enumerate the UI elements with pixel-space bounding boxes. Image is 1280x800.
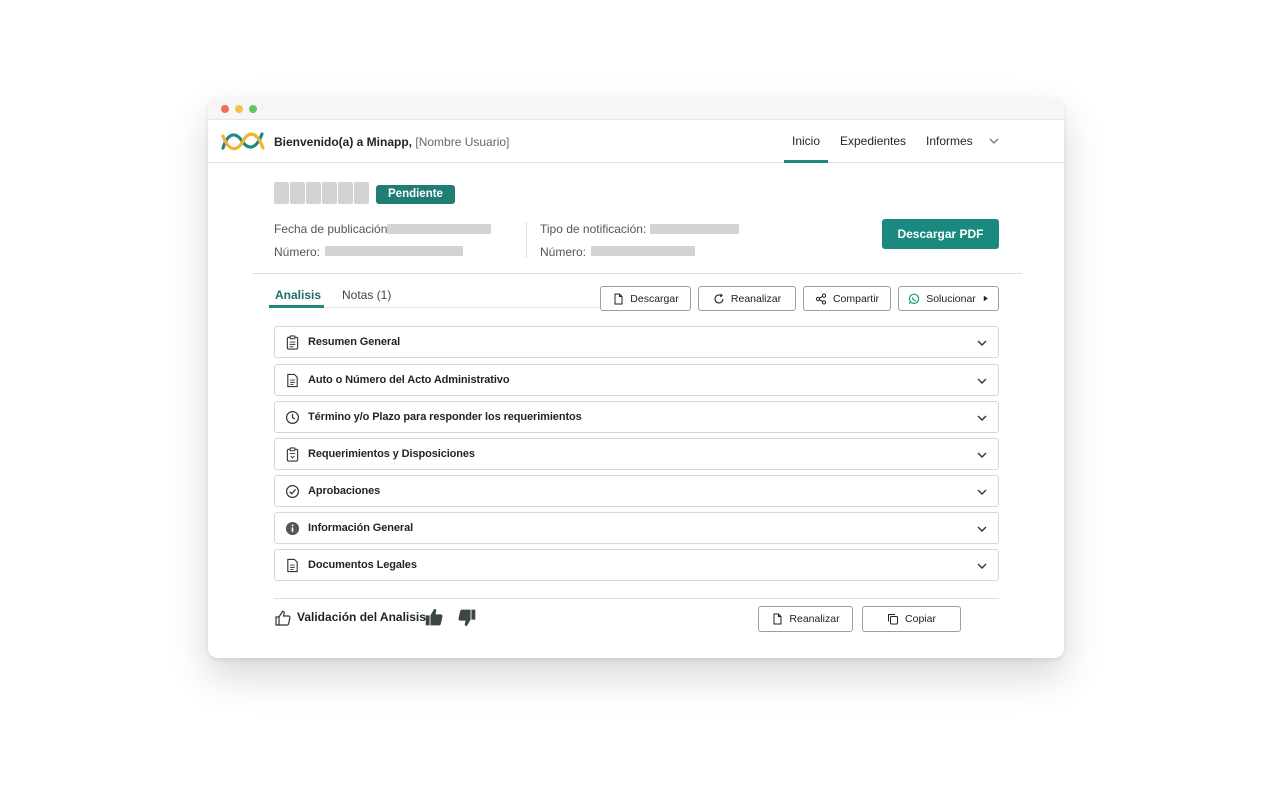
section-divider [252,273,1022,274]
welcome-message: Bienvenido(a) a Minapp, [Nombre Usuario] [274,135,509,149]
document-icon [287,373,298,388]
thumbs-down-icon[interactable] [456,608,478,628]
descargar-label: Descargar [630,292,679,305]
compartir-button[interactable]: Compartir [803,286,891,311]
section-resumen-general[interactable]: Resumen General [274,326,999,358]
refresh-icon [714,293,724,304]
copiar-label: Copiar [905,613,936,625]
fecha-value-placeholder [387,224,491,234]
section-auto-numero[interactable]: Auto o Número del Acto Administrativo [274,364,999,396]
clock-icon [285,410,300,425]
chevron-down-icon[interactable] [988,135,1000,147]
section-documentos-legales[interactable]: Documentos Legales [274,549,999,581]
chevron-down-icon[interactable] [976,523,988,535]
footer-divider [274,598,999,599]
numero-label-left: Número: [274,245,321,259]
info-icon [285,521,300,536]
section-label: Documentos Legales [308,559,417,571]
whatsapp-icon [908,293,920,304]
section-label: Término y/o Plazo para responder los req… [308,411,582,423]
section-label: Información General [308,522,414,534]
section-requerimientos[interactable]: Requerimientos y Disposiciones [274,438,999,470]
solucionar-button[interactable]: Solucionar [898,286,999,311]
close-window-button[interactable] [221,105,229,113]
section-termino-plazo[interactable]: Término y/o Plazo para responder los req… [274,401,999,433]
thumbs-up-icon[interactable] [423,607,445,627]
user-name: [Nombre Usuario] [415,135,510,149]
app-header: Bienvenido(a) a Minapp, [Nombre Usuario]… [208,120,1064,163]
footer-reanalizar-label: Reanalizar [789,613,840,625]
tab-notas[interactable]: Notas (1) [342,288,391,302]
compartir-label: Compartir [832,292,880,305]
numero-value-placeholder-left [325,246,463,256]
download-file-icon [614,293,623,304]
caret-right-icon [983,295,988,302]
file-icon [773,613,782,625]
thumbs-up-outline-icon [275,610,291,626]
section-label: Requerimientos y Disposiciones [308,448,475,460]
active-tab-indicator [269,305,324,308]
solucionar-label: Solucionar [926,292,976,305]
window-titlebar [208,98,1064,120]
fecha-label: Fecha de publicación: [274,222,391,236]
reanalizar-button[interactable]: Reanalizar [698,286,796,311]
copy-icon [888,614,899,625]
minimize-window-button[interactable] [235,105,243,113]
tab-analisis[interactable]: Analisis [275,288,321,302]
chevron-down-icon[interactable] [976,486,988,498]
validation-label: Validación del Analisis [297,610,426,624]
share-icon [815,292,827,304]
copiar-button[interactable]: Copiar [862,606,961,632]
chevron-down-icon[interactable] [976,560,988,572]
chevron-down-icon[interactable] [976,337,988,349]
footer-reanalizar-button[interactable]: Reanalizar [758,606,853,632]
section-label: Auto o Número del Acto Administrativo [308,374,510,386]
numero-value-placeholder-right [591,246,695,256]
download-pdf-button[interactable]: Descargar PDF [882,219,999,249]
nav-inicio[interactable]: Inicio [784,120,828,163]
section-label: Resumen General [308,336,401,348]
section-informacion-general[interactable]: Información General [274,512,999,544]
nav-informes[interactable]: Informes [926,120,973,163]
reanalizar-label: Reanalizar [730,292,782,305]
app-window: Bienvenido(a) a Minapp, [Nombre Usuario]… [208,98,1064,658]
tipo-notificacion-label: Tipo de notificación: [540,222,647,236]
section-label: Aprobaciones [308,485,381,497]
check-circle-icon [285,484,300,499]
maximize-window-button[interactable] [249,105,257,113]
numero-label-right: Número: [540,245,587,259]
document-icon [287,558,298,573]
clipboard-icon [286,335,299,350]
minapp-logo [221,132,265,151]
descargar-button[interactable]: Descargar [600,286,691,311]
chevron-down-icon[interactable] [976,375,988,387]
chevron-down-icon[interactable] [976,449,988,461]
nav-expedientes[interactable]: Expedientes [840,120,906,163]
tipo-value-placeholder [650,224,739,234]
chevron-down-icon[interactable] [976,412,988,424]
section-aprobaciones[interactable]: Aprobaciones [274,475,999,507]
meta-divider [526,222,527,258]
clipboard-sort-icon [286,447,299,462]
status-badge: Pendiente [376,185,455,204]
welcome-text: Bienvenido(a) a Minapp, [274,135,413,149]
